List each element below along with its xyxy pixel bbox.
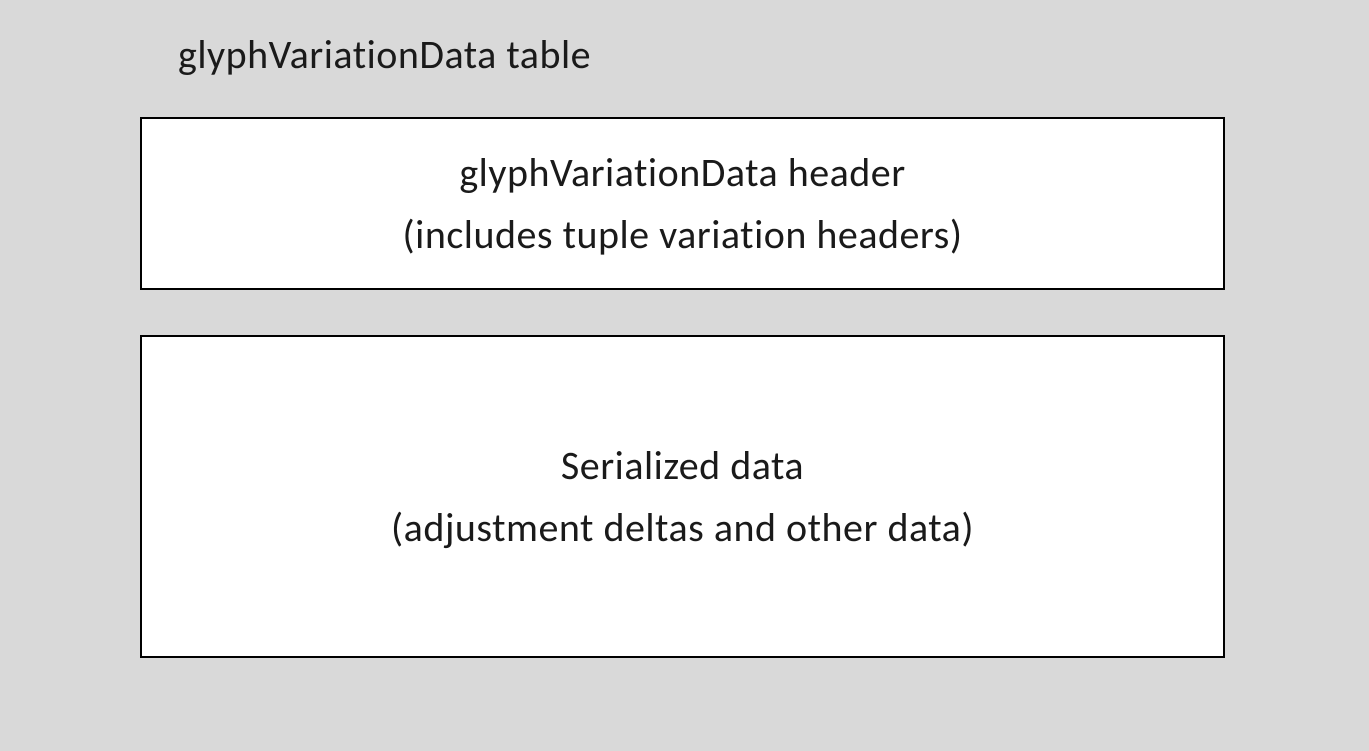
serialized-data-line1: Serialized data — [561, 435, 804, 497]
serialized-data-box: Serialized data (adjustment deltas and o… — [140, 335, 1225, 658]
serialized-data-line2: (adjustment deltas and other data) — [391, 497, 974, 559]
header-box-line2: (includes tuple variation headers) — [403, 204, 963, 266]
header-box: glyphVariationData header (includes tupl… — [140, 117, 1225, 290]
header-box-line1: glyphVariationData header — [459, 142, 905, 204]
diagram-title: glyphVariationData table — [178, 30, 591, 79]
